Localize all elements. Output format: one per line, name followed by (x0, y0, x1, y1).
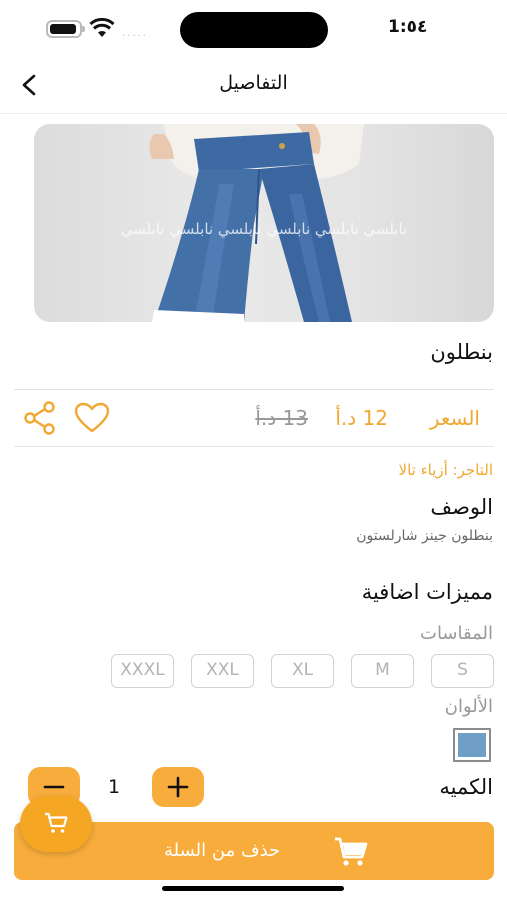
signal-icon: ..... (122, 28, 148, 39)
remove-from-cart-label: حذف من السلة (164, 840, 281, 861)
dynamic-island (180, 12, 328, 48)
status-bar: ..... 1:٥٤ (0, 0, 507, 58)
size-option-xxxl[interactable]: XXXL (111, 654, 174, 688)
description-text: بنطلون جينز شارلستون (356, 528, 493, 544)
price-row: السعر 12 د.أ 13 د.أ (14, 396, 494, 442)
quantity-increase-button[interactable] (152, 767, 204, 807)
cart-icon (335, 837, 368, 866)
header: التفاصيل (0, 58, 507, 114)
size-option-m[interactable]: M (351, 654, 414, 688)
size-options: S M XL XXL XXXL (111, 654, 495, 688)
colors-title: الألوان (444, 696, 493, 717)
sizes-title: المقاسات (420, 623, 493, 644)
product-image[interactable]: نابلسي نابلسي نابلسي نابلسي نابلسي نابلس… (34, 124, 494, 322)
battery-icon (46, 20, 85, 38)
plus-icon (167, 776, 189, 798)
floating-cart-button[interactable] (20, 796, 92, 852)
size-option-xxl[interactable]: XXL (191, 654, 254, 688)
size-option-s[interactable]: S (431, 654, 494, 688)
cart-icon (45, 812, 68, 833)
price-current: 12 د.أ (335, 406, 388, 430)
product-name: بنطلون (430, 340, 493, 364)
divider (14, 389, 494, 390)
size-option-xl[interactable]: XL (271, 654, 334, 688)
color-swatch-fill (458, 733, 486, 757)
image-watermark: نابلسي نابلسي نابلسي نابلسي نابلسي نابلس… (120, 220, 408, 238)
divider (14, 446, 494, 447)
favorite-heart-icon[interactable] (74, 402, 110, 434)
status-time: 1:٥٤ (388, 17, 428, 37)
quantity-label: الكميه (439, 775, 493, 799)
page-title: التفاصيل (219, 72, 288, 94)
color-swatch-blue[interactable] (453, 728, 491, 762)
price-original: 13 د.أ (255, 406, 308, 430)
extras-title: مميزات اضافية (361, 580, 493, 604)
home-indicator (162, 886, 344, 891)
wifi-icon (89, 17, 115, 37)
share-icon[interactable] (22, 400, 58, 436)
price-label: السعر (429, 406, 480, 430)
quantity-value: 1 (108, 776, 121, 798)
description-title: الوصف (430, 495, 493, 519)
merchant-name[interactable]: التاجر: أزياء تالا (399, 461, 493, 479)
